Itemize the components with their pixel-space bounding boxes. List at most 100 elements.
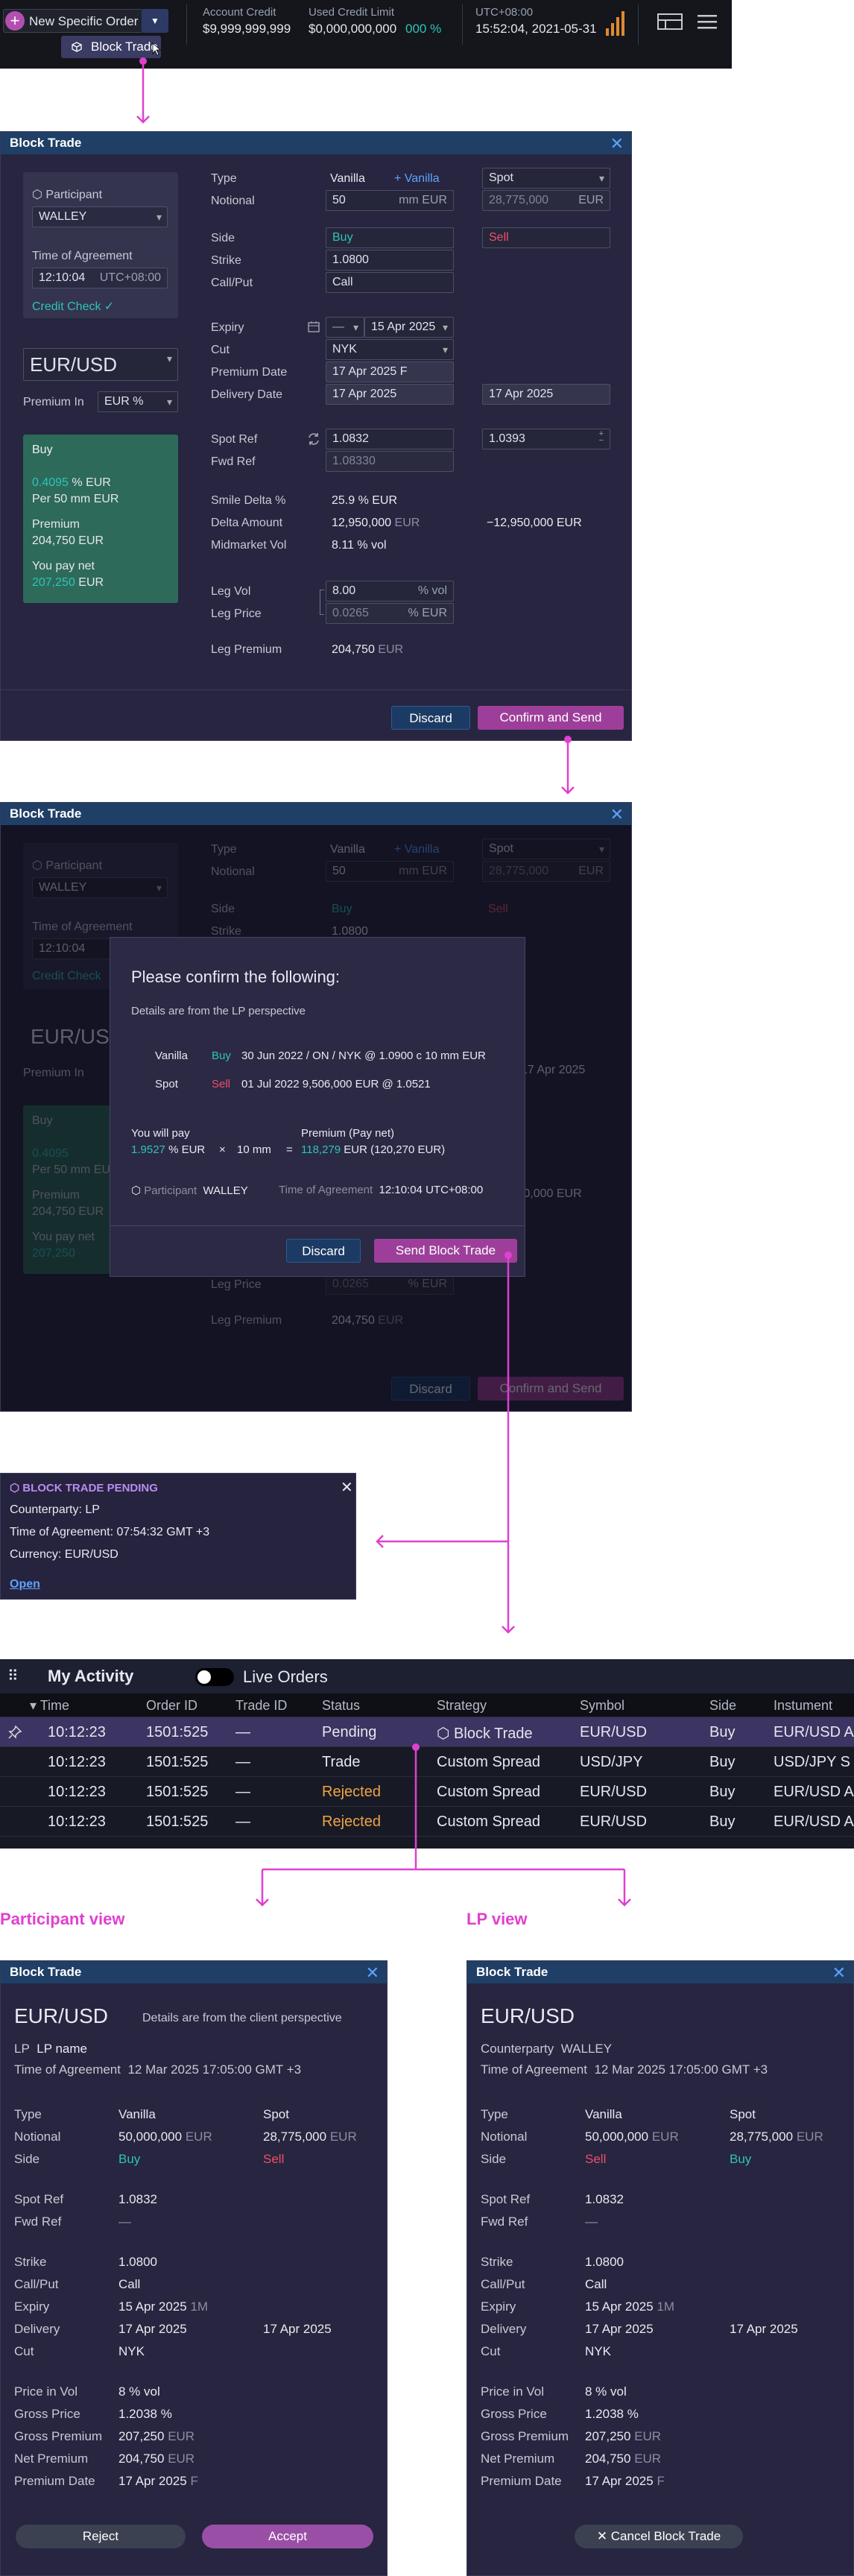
net-premium-label: Net Premium bbox=[14, 2452, 89, 2466]
side-label: Side bbox=[481, 2152, 507, 2166]
fwd-ref-label: Fwd Ref bbox=[481, 2214, 528, 2229]
pin-icon[interactable] bbox=[7, 1725, 22, 1740]
layout-icon[interactable] bbox=[657, 13, 683, 30]
expiry-tenor-select[interactable]: — bbox=[326, 317, 364, 338]
discard-button[interactable]: Discard bbox=[391, 706, 470, 730]
notional2-unit: EUR bbox=[578, 194, 604, 206]
callput-label: Call/Put bbox=[14, 2277, 59, 2291]
accept-button[interactable]: Accept bbox=[202, 2525, 373, 2548]
open-link[interactable]: Open bbox=[10, 1578, 40, 1591]
col-status[interactable]: Status bbox=[322, 1698, 360, 1714]
close-icon[interactable]: ✕ bbox=[610, 805, 624, 824]
participant-label: ⬡ Participant bbox=[32, 189, 103, 201]
expiry-label: Expiry bbox=[481, 2299, 516, 2314]
col-symbol[interactable]: Symbol bbox=[580, 1698, 624, 1714]
table-row[interactable]: 10:12:23 1501:525 — Rejected Custom Spre… bbox=[0, 1777, 854, 1807]
type-label: Type bbox=[481, 2107, 508, 2121]
cell-strategy: ⬡ Block Trade bbox=[437, 1726, 533, 1742]
cell-side: Buy bbox=[709, 1754, 736, 1770]
lp-view-caption: LP view bbox=[466, 1910, 528, 1928]
refresh-icon[interactable] bbox=[306, 432, 321, 446]
calendar-icon[interactable] bbox=[308, 321, 320, 332]
spot-ref-input[interactable]: 1.0832 bbox=[326, 429, 454, 449]
side2-toggle[interactable]: Sell bbox=[482, 227, 610, 248]
leg2-details: 01 Jul 2022 9,506,000 EUR @ 1.0521 bbox=[241, 1078, 431, 1090]
hamburger-menu-icon[interactable] bbox=[698, 13, 717, 30]
menu-item-block-trade[interactable]: Block Trade bbox=[61, 36, 162, 58]
send-block-trade-button[interactable]: Send Block Trade bbox=[374, 1239, 517, 1263]
col-order-id[interactable]: Order ID bbox=[146, 1698, 197, 1714]
close-icon[interactable]: ✕ bbox=[832, 1963, 846, 1983]
delivery-date2-input[interactable]: 17 Apr 2025 bbox=[482, 384, 610, 405]
window-title: Block Trade bbox=[476, 1965, 548, 1979]
callput-label: Call/Put bbox=[211, 277, 253, 289]
spot-ref2-input[interactable]: 1.0393 + − bbox=[482, 429, 610, 449]
link-bracket bbox=[320, 590, 324, 615]
add-vanilla-button[interactable]: + Vanilla bbox=[394, 172, 440, 186]
leg-vol-input[interactable]: 8.00 % vol bbox=[326, 581, 454, 602]
plus-icon: + bbox=[5, 11, 25, 31]
premium-in-select[interactable]: EUR % bbox=[98, 391, 178, 412]
notional2-value: 28,775,000 bbox=[489, 194, 549, 206]
col-instrument[interactable]: Instument bbox=[774, 1698, 832, 1714]
strike-label: Strike bbox=[481, 2255, 513, 2269]
side-label: Side bbox=[14, 2152, 40, 2166]
top-bar: + New Specific Order ▼ Block Trade Accou… bbox=[0, 0, 732, 69]
fwd-ref-label: Fwd Ref bbox=[211, 455, 256, 468]
strike-input[interactable]: 1.0800 bbox=[326, 250, 454, 271]
col-trade-id[interactable]: Trade ID bbox=[235, 1698, 287, 1714]
dialog-discard-button[interactable]: Discard bbox=[286, 1239, 361, 1263]
callput-input[interactable]: Call bbox=[326, 272, 454, 293]
side1-toggle[interactable]: Buy bbox=[326, 227, 454, 248]
cell-strategy: Custom Spread bbox=[437, 1754, 540, 1770]
delivery-date-input[interactable]: 17 Apr 2025 bbox=[326, 384, 454, 405]
close-icon[interactable]: ✕ bbox=[341, 1478, 353, 1497]
block-trade-pending-notification: ⬡ BLOCK TRADE PENDING ✕ Counterparty: LP… bbox=[0, 1473, 356, 1600]
notification-toa: Time of Agreement: 07:54:32 GMT +3 bbox=[10, 1526, 210, 1538]
title-bar: Block Trade ✕ bbox=[1, 132, 631, 154]
currency-pair-select[interactable]: EUR/USD bbox=[23, 348, 178, 381]
cell-symbol: USD/JPY bbox=[580, 1754, 643, 1770]
confirm-and-send-button[interactable]: Confirm and Send bbox=[478, 706, 624, 730]
cut-select[interactable]: NYK bbox=[326, 339, 454, 360]
close-icon[interactable]: ✕ bbox=[610, 134, 624, 154]
cursor-icon bbox=[152, 42, 162, 56]
reject-button[interactable]: Reject bbox=[16, 2525, 186, 2548]
leg1-details: 30 Jun 2022 / ON / NYK @ 1.0900 c 10 mm … bbox=[241, 1049, 486, 1062]
cancel-block-trade-button[interactable]: ✕ Cancel Block Trade bbox=[575, 2525, 743, 2548]
dialog-subtitle: Details are from the LP perspective bbox=[131, 1005, 306, 1017]
col-side[interactable]: Side bbox=[709, 1698, 736, 1714]
callput-label: Call/Put bbox=[481, 2277, 525, 2291]
cell-symbol: EUR/USD bbox=[580, 1784, 648, 1800]
table-row[interactable]: 10:12:23 1501:525 — Pending ⬡ Block Trad… bbox=[0, 1717, 854, 1747]
col-time[interactable]: ▾ Time bbox=[30, 1698, 69, 1714]
participant-select[interactable]: WALLEY bbox=[32, 206, 168, 227]
participant-value: WALLEY bbox=[39, 210, 87, 223]
live-orders-toggle[interactable] bbox=[195, 1668, 234, 1686]
premium-date-input[interactable]: 17 Apr 2025 F bbox=[326, 362, 454, 382]
cut-label: Cut bbox=[211, 344, 230, 356]
order-dropdown-button[interactable]: ▼ bbox=[142, 9, 168, 33]
mm-amount: 10 mm bbox=[237, 1143, 271, 1156]
cell-side: Buy bbox=[709, 1784, 736, 1800]
col-strategy[interactable]: Strategy bbox=[437, 1698, 487, 1714]
table-row[interactable]: 10:12:23 1501:525 — Rejected Custom Spre… bbox=[0, 1807, 854, 1837]
cell-time: 10:12:23 bbox=[48, 1784, 106, 1800]
block-trade-window-confirm: Block Trade ✕ ⬡ Participant WALLEY Time … bbox=[0, 802, 632, 1412]
participant-card: ⬡ Participant WALLEY Time of Agreement 1… bbox=[23, 172, 178, 318]
toa-field[interactable]: 12:10:04 UTC+08:00 bbox=[32, 268, 168, 288]
cell-time: 10:12:23 bbox=[48, 1813, 106, 1830]
table-row[interactable]: 10:12:23 1501:525 — Trade Custom Spread … bbox=[0, 1747, 854, 1777]
stepper-icon[interactable]: + − bbox=[599, 430, 604, 445]
drag-handle-icon[interactable]: ⠿ bbox=[7, 1667, 19, 1685]
callput-value: Call bbox=[118, 2277, 141, 2291]
new-specific-order-button[interactable]: + New Specific Order bbox=[3, 9, 143, 33]
close-icon[interactable]: ✕ bbox=[366, 1963, 379, 1983]
expiry-date-select[interactable]: 15 Apr 2025 bbox=[364, 317, 454, 338]
delivery-label: Delivery bbox=[14, 2322, 60, 2336]
spot-type-select[interactable]: Spot bbox=[482, 168, 610, 189]
notional-input[interactable]: 50 mm EUR bbox=[326, 190, 454, 211]
type2-value: Spot bbox=[263, 2107, 289, 2121]
leg1-type: Vanilla bbox=[155, 1049, 188, 1062]
delta-amount2-value: −12,950,000 EUR bbox=[487, 517, 582, 529]
